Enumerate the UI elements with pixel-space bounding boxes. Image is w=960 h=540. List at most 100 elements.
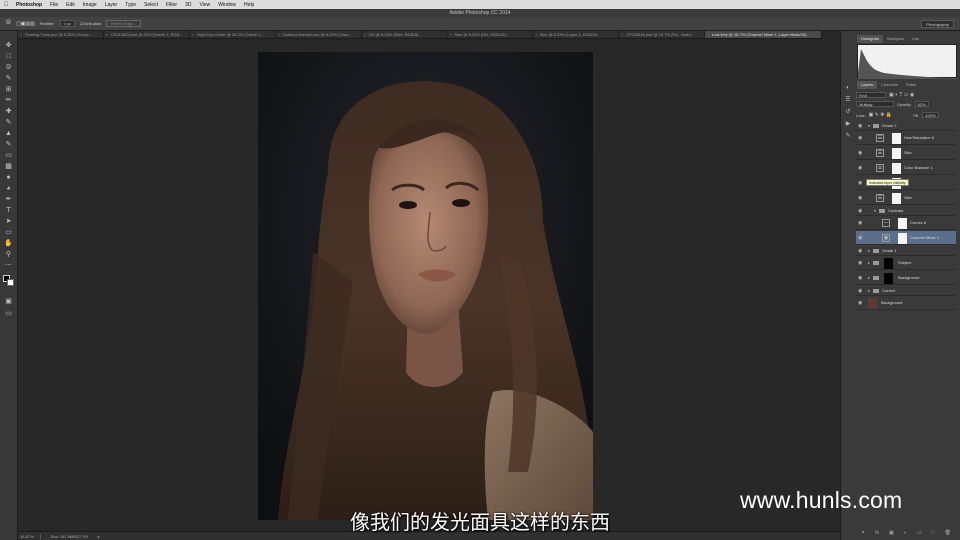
- screen-mode-icon[interactable]: ▭: [4, 309, 13, 318]
- clone-stamp-tool-icon[interactable]: ▲: [4, 129, 13, 138]
- selection-mode-icon[interactable]: ▢▣▤▥: [16, 21, 35, 27]
- layer-mask-thumbnail[interactable]: [898, 217, 907, 229]
- history-panel-icon[interactable]: ↺: [844, 109, 852, 116]
- layer-row[interactable]: ◉ ▸ Correct: [856, 286, 956, 296]
- layer-row-selected[interactable]: ◉ ◉ Channel Mixer 1: [856, 231, 956, 245]
- menu-file[interactable]: File: [46, 2, 62, 8]
- layer-row[interactable]: ◉ ☰ Skin: [856, 146, 956, 160]
- crop-tool-icon[interactable]: ⊞: [4, 85, 13, 94]
- eye-icon[interactable]: ◉: [858, 150, 862, 156]
- close-icon[interactable]: ×: [707, 31, 709, 38]
- type-tool-icon[interactable]: T: [4, 206, 13, 215]
- menu-3d[interactable]: 3D: [181, 2, 195, 8]
- eye-icon[interactable]: ◉: [858, 288, 862, 294]
- path-selection-tool-icon[interactable]: ➤: [4, 217, 13, 226]
- eye-icon[interactable]: ◉: [858, 235, 862, 241]
- layer-mask-thumbnail[interactable]: [892, 162, 901, 174]
- pen-tool-icon[interactable]: ✒: [4, 195, 13, 204]
- subject-mask-thumbnail[interactable]: [884, 257, 893, 269]
- expand-arrow-icon[interactable]: ▾: [874, 208, 876, 213]
- brushes-panel-icon[interactable]: ✎: [844, 133, 852, 140]
- eye-icon[interactable]: ◉: [858, 135, 862, 141]
- background-mask-thumbnail[interactable]: [884, 272, 893, 284]
- quick-selection-tool-icon[interactable]: ✎: [4, 74, 13, 83]
- background-thumbnail[interactable]: [868, 297, 877, 309]
- eye-icon[interactable]: ◉: [858, 248, 862, 254]
- tab-channels[interactable]: Channels: [877, 81, 902, 89]
- opacity-input[interactable]: 62%: [914, 101, 929, 107]
- eye-icon[interactable]: ◉: [858, 195, 862, 201]
- layer-row[interactable]: ◉ ☰ Skin: [856, 191, 956, 205]
- layer-row[interactable]: ◉ ▸ Grade 1: [856, 246, 956, 256]
- menu-type[interactable]: Type: [121, 2, 140, 8]
- menu-select[interactable]: Select: [140, 2, 162, 8]
- menu-help[interactable]: Help: [240, 2, 258, 8]
- layer-row[interactable]: ◉ ▾ Contrast: [856, 206, 956, 216]
- layer-row[interactable]: ◉ ▾ Grade 2: [856, 121, 956, 131]
- blend-mode-select[interactable]: Multiply: [856, 101, 894, 107]
- layer-mask-thumbnail[interactable]: [892, 147, 901, 159]
- lasso-tool-icon[interactable]: ⧁: [4, 63, 13, 72]
- shape-tool-icon[interactable]: ▭: [4, 228, 13, 237]
- close-icon[interactable]: ×: [535, 31, 537, 38]
- brush-tool-icon[interactable]: ✎: [4, 118, 13, 127]
- dodge-tool-icon[interactable]: ◕: [4, 184, 13, 193]
- menu-window[interactable]: Window: [214, 2, 240, 8]
- more-tools-icon[interactable]: ⋯: [4, 261, 13, 270]
- properties-panel-icon[interactable]: ☰: [844, 97, 852, 104]
- layer-row[interactable]: ◉ ∽ Curves 8: [856, 216, 956, 230]
- menu-filter[interactable]: Filter: [162, 2, 181, 8]
- zoom-tool-icon[interactable]: ⚲: [4, 250, 13, 259]
- layer-row[interactable]: ◉ ▸ Background: [856, 271, 956, 285]
- close-icon[interactable]: ×: [20, 31, 22, 38]
- tab-paths[interactable]: Paths: [902, 81, 920, 89]
- actions-panel-icon[interactable]: ▶: [844, 121, 852, 128]
- expand-arrow-icon[interactable]: ▾: [868, 123, 870, 128]
- marquee-tool-icon[interactable]: □: [4, 52, 13, 61]
- filter-icons[interactable]: ▣ ◐ T ▭ ◉: [889, 92, 914, 98]
- close-icon[interactable]: ×: [278, 31, 280, 38]
- adjustments-panel-icon[interactable]: ◐: [844, 85, 852, 92]
- eye-icon[interactable]: ◉: [858, 208, 862, 214]
- eye-icon[interactable]: ◉: [858, 165, 862, 171]
- eye-icon[interactable]: ◉: [858, 123, 862, 129]
- collapsed-arrow-icon[interactable]: ▸: [868, 275, 870, 280]
- layer-row[interactable]: ◉ ▸ Subject: [856, 256, 956, 270]
- fill-input[interactable]: 100%: [922, 112, 939, 118]
- eye-icon[interactable]: ◉: [858, 260, 862, 266]
- eye-icon[interactable]: ◉: [858, 180, 862, 186]
- tab-document[interactable]: × Skin @ 8.33% (DN, RGB/16)...: [447, 31, 534, 38]
- menu-edit[interactable]: Edit: [62, 2, 79, 8]
- background-color-swatch[interactable]: [7, 279, 14, 286]
- gradient-tool-icon[interactable]: ▩: [4, 162, 13, 171]
- tab-document[interactable]: × OO @ 6.25% (Skin, RGB/8)...: [362, 31, 448, 38]
- lock-icons[interactable]: ▣ ✎ ✥ 🔒: [869, 112, 893, 118]
- tab-histogram[interactable]: Histogram: [857, 35, 884, 43]
- layer-row[interactable]: ◉ Background: [856, 296, 956, 310]
- hand-tool-icon[interactable]: ✋: [4, 239, 13, 248]
- eye-icon[interactable]: ◉: [858, 275, 862, 281]
- feather-input[interactable]: 0 px: [59, 20, 76, 27]
- lasso-preset-icon[interactable]: ⧁: [6, 20, 11, 27]
- menu-layer[interactable]: Layer: [101, 2, 122, 8]
- close-icon[interactable]: ×: [621, 31, 623, 38]
- antialias-checkbox[interactable]: ☑ Anti-alias: [80, 21, 101, 26]
- history-brush-tool-icon[interactable]: ✎: [4, 140, 13, 149]
- kind-filter-select[interactable]: Kind: [856, 92, 886, 98]
- refine-edge-button[interactable]: Refine Edge...: [106, 20, 142, 27]
- close-icon[interactable]: ×: [106, 31, 108, 38]
- tab-document[interactable]: × Boo @ 8.33% (Layer 1, RGB/16...: [533, 31, 620, 38]
- menu-view[interactable]: View: [196, 2, 215, 8]
- workspace-select[interactable]: Photography: [921, 20, 954, 28]
- healing-brush-tool-icon[interactable]: ✚: [4, 107, 13, 116]
- eye-icon[interactable]: ◉: [858, 220, 862, 226]
- collapsed-arrow-icon[interactable]: ▸: [868, 260, 870, 265]
- tab-document[interactable]: × CF014545.psd @ 25% (Grade 2, RGB...: [104, 31, 190, 38]
- layer-mask-thumbnail[interactable]: [892, 132, 901, 144]
- tab-document[interactable]: × CF016546.psd @ 16.7% (RA - Natur...: [619, 31, 705, 38]
- tab-layers[interactable]: Layers: [857, 81, 878, 89]
- close-icon[interactable]: ×: [192, 31, 194, 38]
- tab-navigator[interactable]: Navigator: [883, 35, 908, 43]
- eyedropper-tool-icon[interactable]: ✏: [4, 96, 13, 105]
- layer-mask-thumbnail[interactable]: [898, 232, 907, 244]
